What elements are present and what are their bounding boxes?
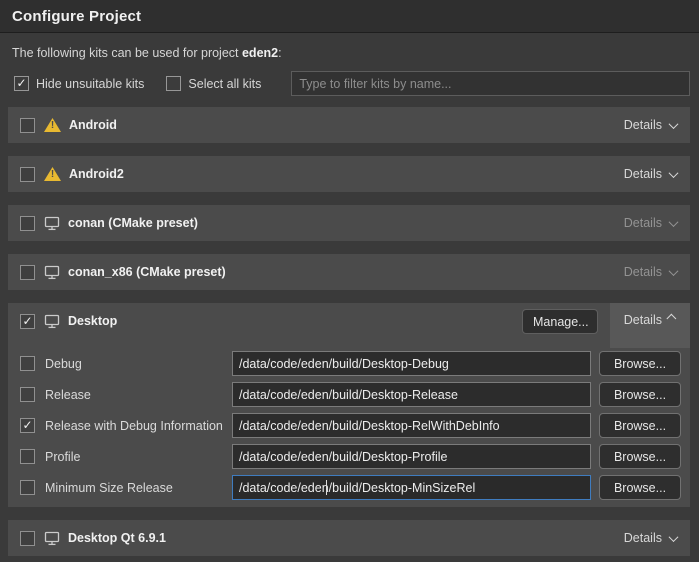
text-cursor	[326, 480, 327, 495]
build-dir-field	[232, 351, 591, 376]
kit-row: ✓DesktopManage...DetailsDebugBrowse...Re…	[8, 303, 690, 507]
controls-row: ✓ Hide unsuitable kits Select all kits	[14, 71, 690, 96]
kit-row: ! Android2 Details	[8, 156, 690, 192]
kit-checkbox[interactable]	[20, 167, 35, 182]
kit-header: ✓ Desktop Manage... Details	[8, 303, 690, 339]
project-name: eden2	[242, 46, 278, 60]
build-dir-input[interactable]	[232, 444, 591, 469]
browse-button[interactable]: Browse...	[599, 351, 681, 376]
chevron-down-icon	[669, 168, 679, 178]
build-dir-input[interactable]	[232, 475, 591, 500]
warning-icon: !	[44, 167, 61, 181]
kit-checkbox[interactable]	[20, 118, 35, 133]
kit-name: Desktop	[68, 314, 117, 328]
config-checkbox[interactable]	[20, 387, 35, 402]
details-label: Details	[624, 265, 662, 279]
build-dir-input[interactable]	[232, 382, 591, 407]
chevron-down-icon	[669, 217, 679, 227]
kit-header: ! Android2 Details	[8, 156, 690, 192]
details-label: Details	[624, 531, 662, 545]
kit-checkbox[interactable]: ✓	[20, 314, 35, 329]
kit-row: conan (CMake preset) Details	[8, 205, 690, 241]
chevron-down-icon	[669, 266, 679, 276]
desktop-icon	[44, 314, 60, 329]
build-config-row: Debug Browse...	[20, 351, 681, 376]
build-config-row: Minimum Size Release Browse...	[20, 475, 681, 500]
warning-icon: !	[44, 118, 61, 132]
build-dir-input[interactable]	[232, 413, 591, 438]
kit-header: Desktop Qt 6.9.1 Details	[8, 520, 690, 556]
kit-name: conan (CMake preset)	[68, 216, 198, 230]
browse-button[interactable]: Browse...	[599, 382, 681, 407]
kit-row: ! Android Details	[8, 107, 690, 143]
build-config-row: ✓ Release with Debug Information Browse...	[20, 413, 681, 438]
build-config-list: Debug Browse... Release Browse... ✓ Release w…	[8, 351, 690, 507]
manage-button[interactable]: Manage...	[522, 309, 598, 334]
checkbox-label: Select all kits	[188, 77, 261, 91]
config-checkbox[interactable]: ✓	[20, 418, 35, 433]
configure-project-page: Configure Project The following kits can…	[0, 0, 699, 562]
kit-name: Android	[69, 118, 117, 132]
details-toggle[interactable]: Details	[610, 156, 690, 192]
details-toggle[interactable]: Details	[610, 107, 690, 143]
browse-button[interactable]: Browse...	[599, 413, 681, 438]
page-title: Configure Project	[12, 8, 687, 25]
build-config-row: Release Browse...	[20, 382, 681, 407]
config-checkbox[interactable]	[20, 480, 35, 495]
kit-header: ! Android Details	[8, 107, 690, 143]
desktop-icon	[44, 531, 60, 546]
build-dir-field	[232, 475, 591, 500]
select-all-checkbox[interactable]: Select all kits	[166, 76, 261, 91]
kit-checkbox[interactable]	[20, 216, 35, 231]
details-toggle[interactable]: Details	[610, 205, 690, 241]
config-label: Profile	[45, 450, 232, 464]
config-label: Release with Debug Information	[45, 419, 232, 433]
browse-button[interactable]: Browse...	[599, 444, 681, 469]
checkbox-box[interactable]: ✓	[14, 76, 29, 91]
details-label: Details	[624, 313, 662, 327]
kit-list: !AndroidDetails!Android2Detailsconan (CM…	[0, 107, 699, 556]
desktop-icon	[44, 265, 60, 280]
kit-header: conan (CMake preset) Details	[8, 205, 690, 241]
browse-button[interactable]: Browse...	[599, 475, 681, 500]
kit-name: Android2	[69, 167, 124, 181]
build-dir-field	[232, 382, 591, 407]
build-dir-field	[232, 444, 591, 469]
config-checkbox[interactable]	[20, 449, 35, 464]
page-header: Configure Project	[0, 0, 699, 33]
build-dir-input[interactable]	[232, 351, 591, 376]
checkbox-box[interactable]	[166, 76, 181, 91]
intro-text: The following kits can be used for proje…	[12, 46, 687, 60]
hide-unsuitable-checkbox[interactable]: ✓ Hide unsuitable kits	[14, 76, 144, 91]
config-checkbox[interactable]	[20, 356, 35, 371]
config-label: Debug	[45, 357, 232, 371]
checkbox-label: Hide unsuitable kits	[36, 77, 144, 91]
details-toggle[interactable]: Details	[610, 254, 690, 290]
chevron-down-icon	[669, 119, 679, 129]
kit-header: conan_x86 (CMake preset) Details	[8, 254, 690, 290]
desktop-icon	[44, 216, 60, 231]
details-toggle[interactable]: Details	[610, 303, 690, 348]
config-label: Minimum Size Release	[45, 481, 232, 495]
kit-row: Desktop Qt 6.9.1 Details	[8, 520, 690, 556]
config-label: Release	[45, 388, 232, 402]
details-toggle[interactable]: Details	[610, 520, 690, 556]
details-label: Details	[624, 216, 662, 230]
kit-filter-input[interactable]	[291, 71, 690, 96]
kit-name: Desktop Qt 6.9.1	[68, 531, 166, 545]
chevron-down-icon	[669, 532, 679, 542]
details-label: Details	[624, 118, 662, 132]
chevron-up-icon	[666, 314, 676, 324]
kit-row: conan_x86 (CMake preset) Details	[8, 254, 690, 290]
kit-checkbox[interactable]	[20, 265, 35, 280]
details-label: Details	[624, 167, 662, 181]
kit-checkbox[interactable]	[20, 531, 35, 546]
kit-name: conan_x86 (CMake preset)	[68, 265, 226, 279]
build-dir-field	[232, 413, 591, 438]
build-config-row: Profile Browse...	[20, 444, 681, 469]
